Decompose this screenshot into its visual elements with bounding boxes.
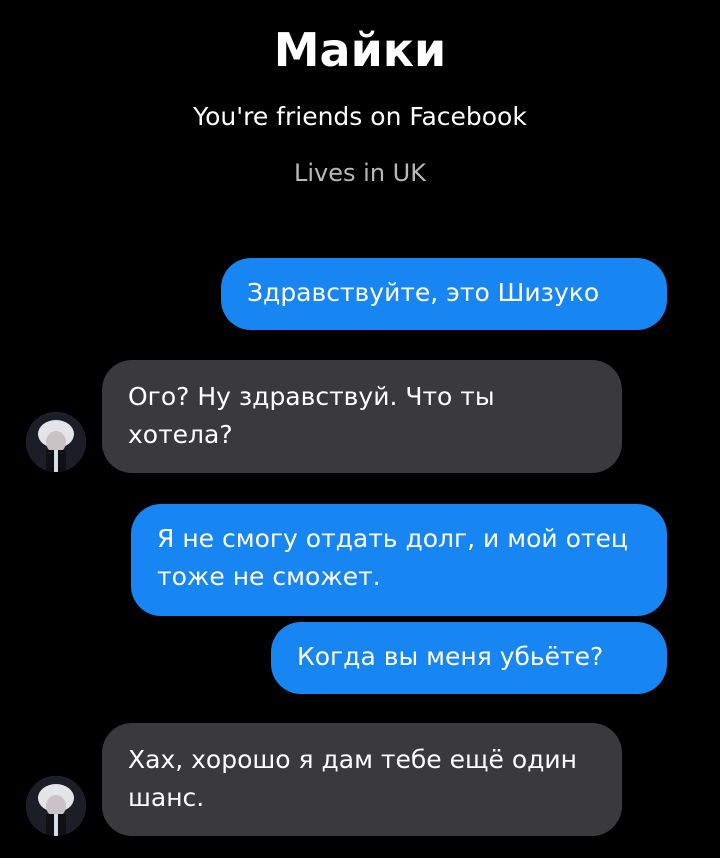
contact-avatar[interactable] — [26, 412, 86, 472]
contact-name[interactable]: Майки — [0, 22, 720, 78]
message-text: Здравствуйте, это Шизуко — [247, 278, 600, 307]
message-text: Я не смогу отдать долг, и мой отец тоже … — [157, 524, 628, 591]
message-bubble-incoming[interactable]: Ого? Ну здравствуй. Что ты хотела? — [102, 360, 622, 473]
message-bubble-outgoing[interactable]: Я не смогу отдать долг, и мой отец тоже … — [131, 504, 667, 616]
message-text: Хах, хорошо я дам тебе ещё один шанс. — [128, 745, 578, 812]
message-text: Ого? Ну здравствуй. Что ты хотела? — [128, 382, 495, 449]
message-text: Когда вы меня убьёте? — [297, 642, 604, 671]
avatar-image — [26, 776, 86, 836]
location-info: Lives in UK — [294, 159, 426, 187]
avatar-image — [26, 412, 86, 472]
message-bubble-incoming[interactable]: Хах, хорошо я дам тебе ещё один шанс. — [102, 723, 622, 836]
contact-avatar[interactable] — [26, 776, 86, 836]
message-bubble-outgoing[interactable]: Когда вы меня убьёте? — [271, 622, 667, 694]
friendship-status: You're friends on Facebook — [193, 102, 527, 131]
message-bubble-outgoing[interactable]: Здравствуйте, это Шизуко — [221, 258, 667, 330]
